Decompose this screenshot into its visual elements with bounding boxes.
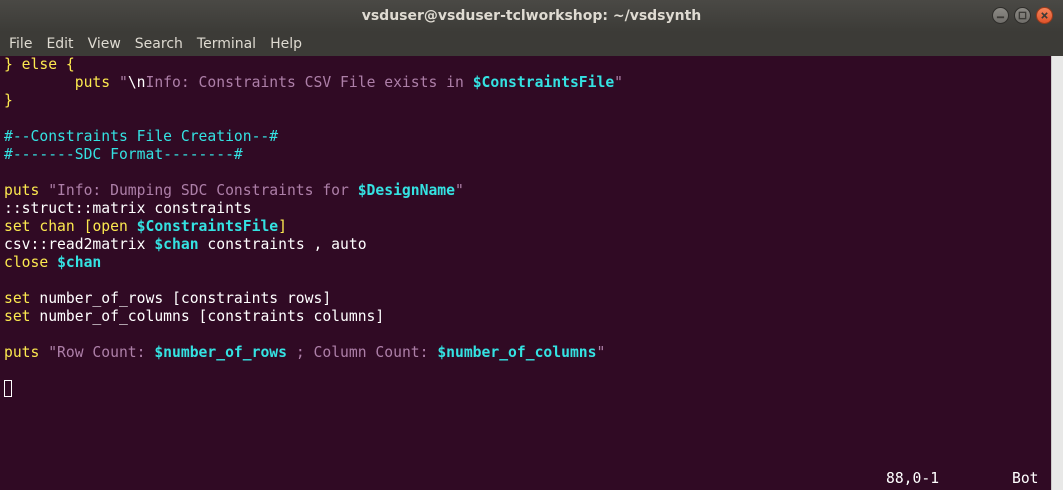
- text-cursor: [4, 380, 12, 397]
- code-line: close $chan: [4, 254, 102, 271]
- menu-help[interactable]: Help: [262, 36, 308, 52]
- terminal-window: vsduser@vsduser-tclworkshop: ~/vsdsynth …: [0, 0, 1063, 490]
- menu-view[interactable]: View: [80, 36, 127, 52]
- menu-edit[interactable]: Edit: [38, 36, 79, 52]
- code-comment: #-------SDC Format--------#: [4, 146, 243, 163]
- close-icon: [1041, 12, 1048, 19]
- cursor-position: 88,0-1: [886, 470, 940, 487]
- terminal-content[interactable]: } else { puts "\nInfo: Constraints CSV F…: [0, 56, 1051, 490]
- title-bar[interactable]: vsduser@vsduser-tclworkshop: ~/vsdsynth: [0, 0, 1063, 32]
- code-line: ::struct::matrix constraints: [4, 200, 252, 217]
- maximize-button[interactable]: [1014, 7, 1031, 24]
- code-line: set number_of_rows [constraints rows]: [4, 290, 332, 307]
- code-line: csv::read2matrix $chan constraints , aut…: [4, 236, 367, 253]
- code-line: set chan [open $ConstraintsFile]: [4, 218, 287, 235]
- scrollbar[interactable]: [1051, 56, 1063, 490]
- code-line: puts "\nInfo: Constraints CSV File exist…: [74, 74, 624, 91]
- code-line: puts "Row Count: $number_of_rows ; Colum…: [4, 344, 606, 361]
- code-comment: #--Constraints File Creation--#: [4, 128, 279, 145]
- menu-file[interactable]: File: [0, 36, 38, 52]
- minimize-button[interactable]: [992, 7, 1009, 24]
- minimize-icon: [996, 16, 1005, 19]
- code-line: puts "Info: Dumping SDC Constraints for …: [4, 182, 464, 199]
- code-line: set number_of_columns [constraints colum…: [4, 308, 385, 325]
- window-title: vsduser@vsduser-tclworkshop: ~/vsdsynth: [361, 8, 702, 24]
- code-line: }: [4, 92, 13, 109]
- close-button[interactable]: [1036, 7, 1053, 24]
- scroll-position: Bot: [1012, 470, 1039, 487]
- menu-terminal[interactable]: Terminal: [189, 36, 262, 52]
- menu-search[interactable]: Search: [127, 36, 189, 52]
- window-controls: [992, 7, 1053, 24]
- menu-bar: File Edit View Search Terminal Help: [0, 32, 1063, 56]
- code-line: } else {: [4, 56, 75, 73]
- maximize-icon: [1018, 11, 1027, 20]
